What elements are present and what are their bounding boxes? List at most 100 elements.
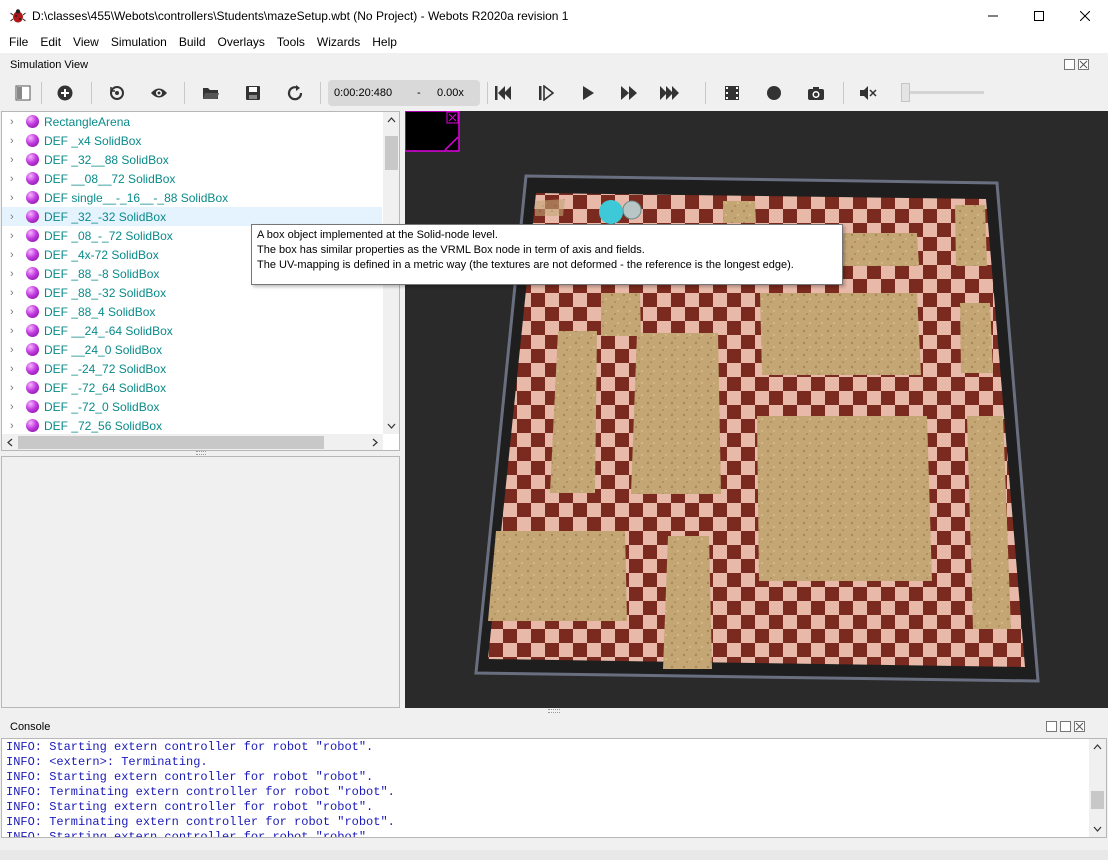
screenshot-button[interactable]: [805, 82, 827, 104]
menu-view[interactable]: View: [67, 31, 105, 53]
minimize-button[interactable]: [970, 0, 1016, 31]
toggle-scene-tree-button[interactable]: [12, 82, 34, 104]
chevron-right-icon[interactable]: ›: [10, 154, 18, 166]
tree-item[interactable]: › DEF _-72_64 SolidBox: [2, 378, 382, 397]
console-close-button[interactable]: [1074, 721, 1085, 732]
chevron-right-icon[interactable]: ›: [10, 382, 18, 394]
scroll-up-icon[interactable]: [383, 112, 400, 128]
console-clear-button[interactable]: [1046, 721, 1057, 732]
menu-simulation[interactable]: Simulation: [105, 31, 173, 53]
solid-node-icon: [26, 229, 39, 242]
scrollbar-thumb[interactable]: [18, 436, 324, 449]
chevron-right-icon[interactable]: ›: [10, 287, 18, 299]
menu-overlays[interactable]: Overlays: [212, 31, 271, 53]
chevron-right-icon[interactable]: ›: [10, 249, 18, 261]
console-output[interactable]: INFO: Starting extern controller for rob…: [1, 738, 1107, 838]
tree-item-label: DEF _72_56 SolidBox: [44, 418, 163, 433]
tree-item-label: DEF single__-_16__-_88 SolidBox: [44, 190, 229, 205]
chevron-right-icon[interactable]: ›: [10, 211, 18, 223]
tree-item-label: DEF _-24_72 SolidBox: [44, 361, 167, 376]
scrollbar-thumb[interactable]: [385, 136, 398, 170]
tree-item[interactable]: › DEF _72_56 SolidBox: [2, 416, 382, 435]
volume-slider-handle[interactable]: [901, 83, 910, 102]
console-vertical-scrollbar[interactable]: [1089, 739, 1106, 837]
solid-node-icon: [26, 400, 39, 413]
chevron-right-icon[interactable]: ›: [10, 192, 18, 204]
tree-item[interactable]: › DEF _88_-32 SolidBox: [2, 283, 382, 302]
chevron-right-icon[interactable]: ›: [10, 135, 18, 147]
menu-tools[interactable]: Tools: [271, 31, 311, 53]
float-dock-button[interactable]: [1064, 59, 1075, 70]
menu-help[interactable]: Help: [366, 31, 403, 53]
tree-item[interactable]: › DEF __24_-64 SolidBox: [2, 321, 382, 340]
console-title: Console: [10, 721, 51, 733]
tree-item[interactable]: › DEF _x4 SolidBox: [2, 131, 382, 150]
scene-tree-horizontal-scrollbar[interactable]: [2, 434, 383, 451]
chevron-right-icon[interactable]: ›: [10, 230, 18, 242]
chevron-right-icon[interactable]: ›: [10, 325, 18, 337]
tree-item[interactable]: › DEF _-24_72 SolidBox: [2, 359, 382, 378]
tree-item[interactable]: › RectangleArena: [2, 112, 382, 131]
tree-item[interactable]: › DEF __24_0 SolidBox: [2, 340, 382, 359]
save-world-button[interactable]: [242, 82, 264, 104]
chevron-right-icon[interactable]: ›: [10, 401, 18, 413]
menu-file[interactable]: File: [3, 31, 34, 53]
scrollbar-thumb[interactable]: [1091, 791, 1104, 809]
chevron-right-icon[interactable]: ›: [10, 344, 18, 356]
chevron-right-icon[interactable]: ›: [10, 116, 18, 128]
play-icon: [583, 86, 594, 100]
tree-item-label: DEF _88_4 SolidBox: [44, 304, 156, 319]
3d-view[interactable]: [405, 111, 1108, 708]
splitter-handle[interactable]: [196, 451, 206, 455]
fastest-button[interactable]: [659, 82, 681, 104]
open-world-button[interactable]: [200, 82, 222, 104]
reload-world-button[interactable]: [284, 82, 306, 104]
tree-item[interactable]: › DEF single__-_16__-_88 SolidBox: [2, 188, 382, 207]
run-button[interactable]: [577, 82, 599, 104]
menu-edit[interactable]: Edit: [34, 31, 67, 53]
tree-item[interactable]: › DEF _88_4 SolidBox: [2, 302, 382, 321]
console-line: INFO: Starting extern controller for rob…: [6, 770, 374, 784]
save-icon: [246, 86, 260, 100]
menu-bar: File Edit View Simulation Build Overlays…: [0, 31, 1108, 53]
scroll-down-icon[interactable]: [1089, 821, 1106, 837]
menu-build[interactable]: Build: [173, 31, 212, 53]
step-button[interactable]: [535, 82, 557, 104]
close-dock-button[interactable]: [1078, 59, 1089, 70]
close-window-button[interactable]: [1062, 0, 1108, 31]
tree-item[interactable]: › DEF _-72_0 SolidBox: [2, 397, 382, 416]
chevron-right-icon[interactable]: ›: [10, 268, 18, 280]
robot[interactable]: [599, 200, 623, 224]
tree-item[interactable]: › DEF __08__72 SolidBox: [2, 169, 382, 188]
reset-simulation-button[interactable]: [492, 82, 514, 104]
console-float-button[interactable]: [1060, 721, 1071, 732]
step-back-icon: [495, 86, 511, 100]
view-button[interactable]: [148, 82, 170, 104]
field-editor-panel: [1, 456, 400, 708]
tree-item[interactable]: › DEF _32__88 SolidBox: [2, 150, 382, 169]
chevron-right-icon[interactable]: ›: [10, 306, 18, 318]
fast-button[interactable]: [618, 82, 640, 104]
solid-node-icon: [26, 153, 39, 166]
scroll-right-icon[interactable]: [367, 434, 383, 451]
console-line: INFO: <extern>: Terminating.: [6, 755, 208, 769]
record-movie-button[interactable]: [721, 82, 743, 104]
mute-button[interactable]: [857, 82, 879, 104]
record-animation-button[interactable]: [763, 82, 785, 104]
step-icon: [539, 85, 554, 101]
scroll-left-icon[interactable]: [2, 434, 18, 451]
chevron-right-icon[interactable]: ›: [10, 363, 18, 375]
scroll-down-icon[interactable]: [383, 418, 400, 434]
chevron-right-icon[interactable]: ›: [10, 173, 18, 185]
maximize-button[interactable]: [1016, 0, 1062, 31]
tree-item-label: DEF _x4 SolidBox: [44, 133, 142, 148]
chevron-right-icon[interactable]: ›: [10, 420, 18, 432]
add-node-button[interactable]: [54, 82, 76, 104]
splitter-handle[interactable]: [548, 709, 560, 713]
solid-node-icon: [26, 191, 39, 204]
menu-wizards[interactable]: Wizards: [311, 31, 366, 53]
reset-view-button[interactable]: [106, 82, 128, 104]
volume-slider-track[interactable]: [906, 91, 984, 94]
scroll-up-icon[interactable]: [1089, 739, 1106, 755]
speed-factor: 0.00x: [437, 87, 464, 99]
